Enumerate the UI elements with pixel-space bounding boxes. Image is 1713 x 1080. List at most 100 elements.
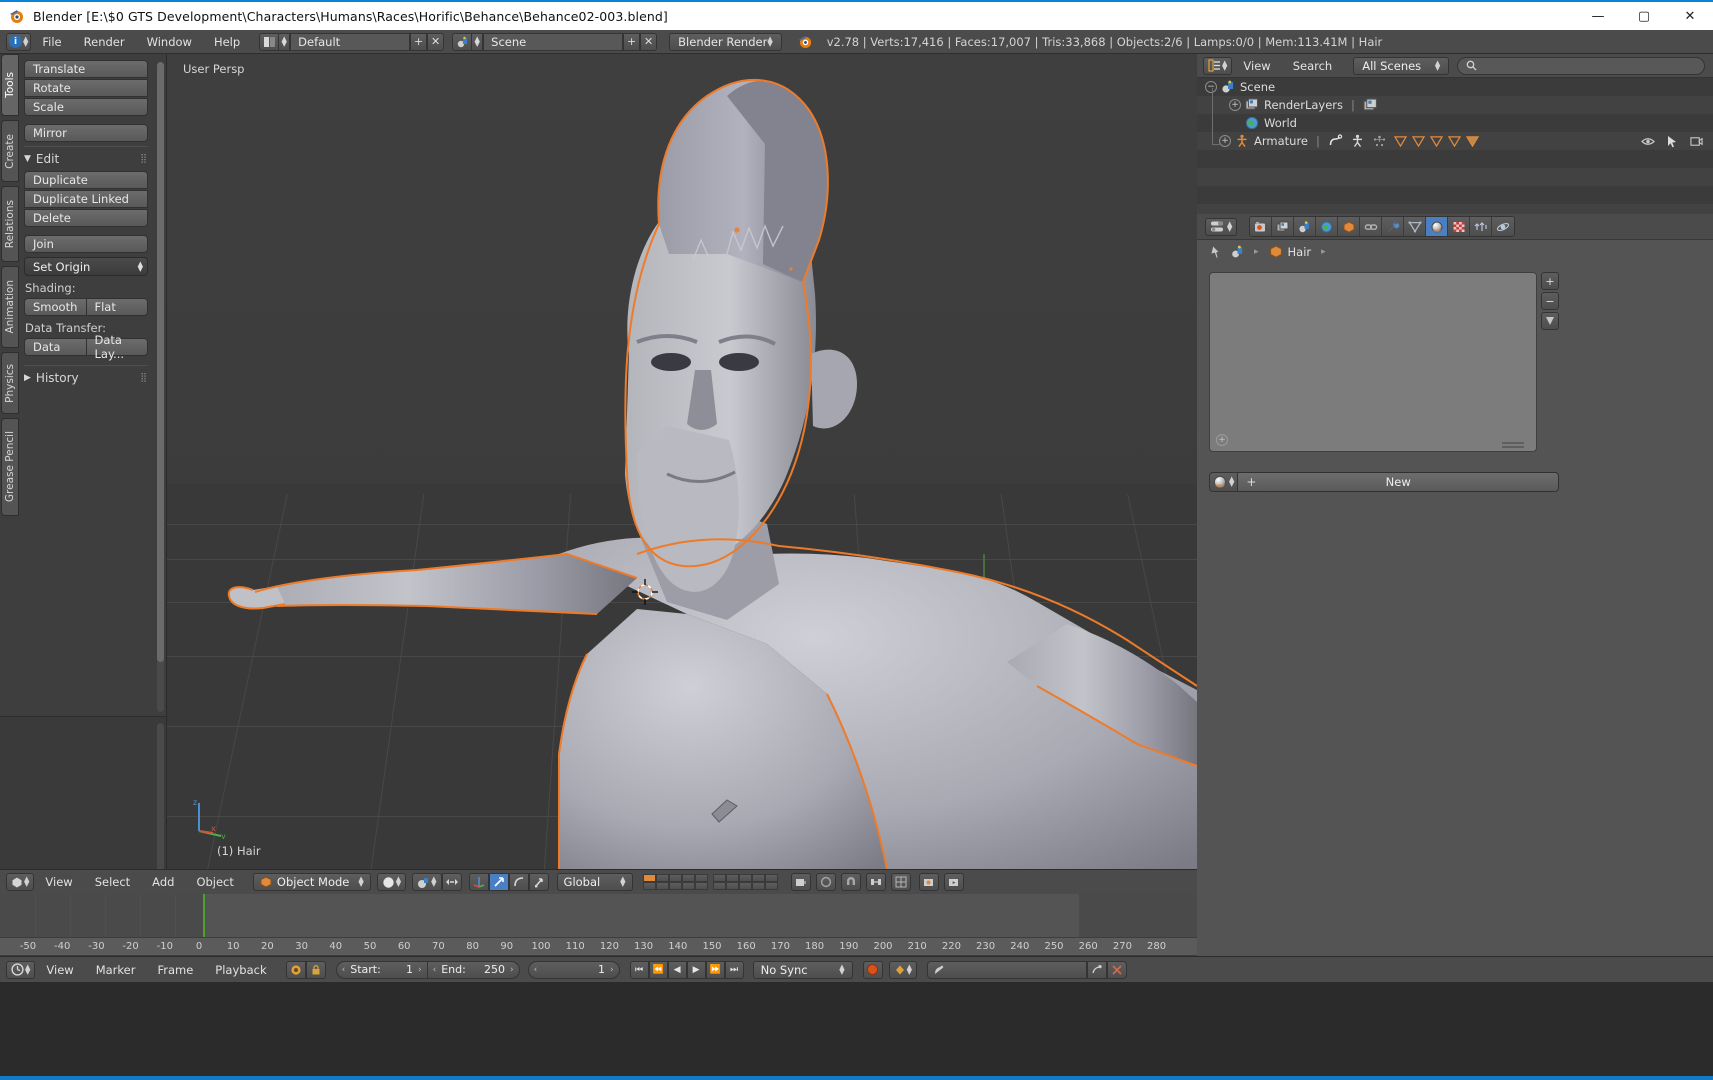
scale-manipulator-button[interactable] <box>528 873 549 891</box>
eye-icon[interactable] <box>1641 136 1655 147</box>
jump-to-start-button[interactable]: ⏮ <box>629 960 649 979</box>
layer-cell[interactable] <box>668 874 682 882</box>
editor-type-3dview-button[interactable]: ▲ ▼ <box>6 873 35 891</box>
snap-element-selector[interactable] <box>890 873 911 891</box>
shading-flat-button[interactable]: Flat <box>86 298 148 316</box>
tab-particles[interactable] <box>1470 217 1493 236</box>
viewport-menu-object[interactable]: Object <box>185 875 244 889</box>
tab-create[interactable]: Create <box>1 120 19 182</box>
drag-handle-icon[interactable]: ⣿ <box>140 154 148 164</box>
camera-restrict-icon[interactable] <box>1690 135 1703 148</box>
object-cube-icon[interactable] <box>1269 245 1283 259</box>
tab-modifiers[interactable] <box>1382 217 1405 236</box>
drag-handle-icon[interactable]: ⣿ <box>140 373 148 383</box>
add-screen-layout-button[interactable]: + <box>410 32 428 51</box>
viewport-menu-view[interactable]: View <box>34 875 83 889</box>
expand-icon[interactable]: + <box>1229 99 1241 111</box>
bone-group-icon-3[interactable] <box>1429 135 1443 147</box>
viewport-menu-select[interactable]: Select <box>84 875 141 889</box>
editor-type-info-button[interactable]: i ▲ ▼ <box>6 32 32 51</box>
tab-relations[interactable]: Relations <box>1 186 19 262</box>
screen-layout-selector[interactable]: ▲ ▼ Default + ✕ <box>259 32 445 51</box>
add-keying-set-button[interactable] <box>1087 960 1107 979</box>
tab-object-data[interactable] <box>1404 217 1427 236</box>
maximize-button[interactable]: ▢ <box>1621 1 1667 31</box>
jump-to-end-button[interactable]: ⏭ <box>724 960 744 979</box>
tab-scene[interactable] <box>1294 217 1317 236</box>
outliner-row-scene[interactable]: − Scene <box>1197 78 1713 96</box>
timeline-menu-marker[interactable]: Marker <box>85 963 147 977</box>
outliner-display-mode-selector[interactable]: All Scenes ▲ ▼ <box>1353 56 1450 75</box>
shading-smooth-button[interactable]: Smooth <box>24 298 87 316</box>
auto-keyframe-button[interactable] <box>285 960 306 979</box>
tab-constraints[interactable] <box>1360 217 1383 236</box>
delete-button[interactable]: Delete <box>24 209 148 227</box>
increment-arrow-icon[interactable]: › <box>610 965 614 975</box>
close-button[interactable]: ✕ <box>1667 1 1713 31</box>
snap-target-selector[interactable] <box>865 873 886 891</box>
data-transfer-data-button[interactable]: Data <box>24 338 87 356</box>
viewport-menu-add[interactable]: Add <box>141 875 185 889</box>
tab-tools[interactable]: Tools <box>1 54 19 116</box>
play-reverse-button[interactable]: ◀ <box>667 960 687 979</box>
lock-keyframe-button[interactable] <box>305 960 326 979</box>
layer-cell[interactable] <box>725 882 739 890</box>
duplicate-button[interactable]: Duplicate <box>24 171 148 189</box>
outliner-row-world[interactable]: World <box>1197 114 1713 132</box>
delete-scene-button[interactable]: ✕ <box>640 32 658 51</box>
bone-group-icon-2[interactable] <box>1411 135 1425 147</box>
layer-cell[interactable] <box>655 874 669 882</box>
mirror-button[interactable]: Mirror <box>24 124 148 142</box>
decrement-arrow-icon[interactable]: ‹ <box>433 965 437 975</box>
bone-group-icon-4[interactable] <box>1447 135 1461 147</box>
bone-group-icon-5[interactable] <box>1465 135 1479 147</box>
current-frame-field[interactable]: ‹ 1 › <box>527 960 620 979</box>
render-opengl-button[interactable] <box>918 873 939 891</box>
expand-preview-icon[interactable]: + <box>1216 434 1228 446</box>
start-frame-field[interactable]: ‹ Start: 1 › <box>335 960 428 979</box>
screen-layout-name[interactable]: Default <box>290 32 411 51</box>
render-engine-selector[interactable]: Blender Render ▲ ▼ <box>669 32 782 51</box>
menu-render[interactable]: Render <box>73 35 136 49</box>
snap-magnet-button[interactable] <box>840 873 861 891</box>
layer-cell[interactable] <box>694 874 708 882</box>
editor-type-outliner-button[interactable]: ▲ ▼ <box>1203 56 1233 75</box>
layer-cell[interactable] <box>738 874 752 882</box>
viewport-shading-selector[interactable]: ▲ ▼ <box>376 873 407 891</box>
tab-object[interactable] <box>1338 217 1361 236</box>
layer-cell[interactable] <box>764 874 778 882</box>
remove-keying-set-button[interactable] <box>1107 960 1127 979</box>
menu-file[interactable]: File <box>31 35 72 49</box>
tab-animation[interactable]: Animation <box>1 266 19 348</box>
scene-selector[interactable]: ▲ ▼ Scene + ✕ <box>452 32 658 51</box>
bone-group-icon-1[interactable] <box>1393 135 1407 147</box>
pivot-point-selector[interactable]: ▲ ▼ <box>412 873 442 891</box>
layer-cell[interactable] <box>681 882 695 890</box>
scene-chevron-icon[interactable]: ▲ ▼ <box>472 32 484 51</box>
layer-cell[interactable] <box>655 882 669 890</box>
manipulator-toggle-button[interactable] <box>468 873 489 891</box>
layer-cell[interactable] <box>751 874 765 882</box>
end-frame-field[interactable]: ‹ End: 250 › <box>427 960 520 979</box>
cursor-arrow-icon[interactable] <box>1667 135 1678 148</box>
preview-zoom-out-button[interactable]: − <box>1541 292 1559 310</box>
timeline-strip[interactable] <box>0 894 1197 937</box>
interaction-mode-selector[interactable]: Object Mode ▲ ▼ <box>252 873 371 891</box>
scene-icon[interactable] <box>1231 245 1245 259</box>
new-material-button[interactable]: + New <box>1238 472 1559 492</box>
tool-shelf-scrollbar[interactable] <box>157 62 164 712</box>
tab-world[interactable] <box>1316 217 1339 236</box>
outliner-menu-search[interactable]: Search <box>1282 59 1344 73</box>
pose-icon[interactable] <box>1372 134 1387 148</box>
browse-material-button[interactable]: ▲ ▼ <box>1209 472 1239 492</box>
next-keyframe-button[interactable]: ⏩ <box>705 960 725 979</box>
duplicate-linked-button[interactable]: Duplicate Linked <box>24 190 148 208</box>
tab-physics[interactable] <box>1492 217 1515 236</box>
outliner-tree[interactable]: − Scene + RenderLayers | World + Armatur… <box>1197 78 1713 222</box>
history-section-header[interactable]: ▶ History ⣿ <box>24 371 148 385</box>
previous-keyframe-button[interactable]: ⏪ <box>648 960 668 979</box>
layer-cell[interactable] <box>764 882 778 890</box>
outliner-search-input[interactable] <box>1457 56 1705 75</box>
layer-cell[interactable] <box>712 874 726 882</box>
lock-camera-button[interactable] <box>790 873 811 891</box>
